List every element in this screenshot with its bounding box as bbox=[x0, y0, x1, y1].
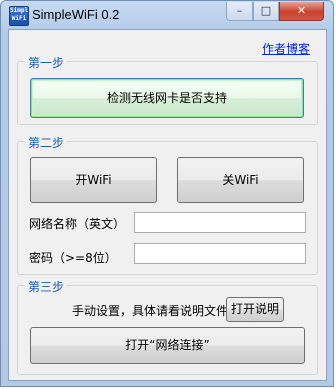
manual-setup-text: 手动设置，具体请看说明文件 bbox=[72, 304, 229, 318]
client-area: 作者博客 第一步 检测无线网卡是否支持 第二步 开WiFi 关WiFi 网络名称… bbox=[8, 29, 327, 381]
step2-title: 第二步 bbox=[25, 134, 68, 151]
minimize-icon: – bbox=[236, 4, 243, 17]
minimize-button[interactable]: – bbox=[226, 2, 253, 21]
step3-group: 第三步 手动设置，具体请看说明文件 打开说明 打开“网络连接” bbox=[17, 278, 318, 375]
app-icon: Simple WiFi bbox=[9, 6, 29, 26]
open-network-connections-button[interactable]: 打开“网络连接” bbox=[30, 327, 305, 364]
check-wireless-card-button[interactable]: 检测无线网卡是否支持 bbox=[30, 78, 304, 118]
close-icon: ✕ bbox=[296, 4, 307, 17]
step1-group: 第一步 检测无线网卡是否支持 bbox=[17, 54, 318, 125]
open-readme-button[interactable]: 打开说明 bbox=[226, 297, 284, 322]
step2-group: 第二步 开WiFi 关WiFi 网络名称（英文） 密码（>=8位） bbox=[17, 134, 318, 275]
ssid-input[interactable] bbox=[134, 212, 306, 233]
maximize-icon: □ bbox=[260, 4, 272, 17]
ssid-label: 网络名称（英文） bbox=[29, 217, 126, 231]
password-input[interactable] bbox=[134, 243, 306, 264]
author-blog-link[interactable]: 作者博客 bbox=[262, 40, 310, 57]
wifi-on-button[interactable]: 开WiFi bbox=[30, 157, 157, 203]
title-bar[interactable]: Simple WiFi SimpleWiFi 0.2 – □ ✕ bbox=[1, 1, 335, 29]
maximize-button[interactable]: □ bbox=[253, 2, 279, 21]
password-label: 密码（>=8位） bbox=[29, 251, 117, 265]
app-window: Simple WiFi SimpleWiFi 0.2 – □ ✕ 作者博客 第一… bbox=[0, 0, 334, 387]
wifi-off-button[interactable]: 关WiFi bbox=[177, 157, 304, 203]
close-button[interactable]: ✕ bbox=[279, 2, 324, 21]
step1-title: 第一步 bbox=[25, 54, 68, 71]
window-title: SimpleWiFi 0.2 bbox=[32, 7, 120, 22]
step3-title: 第三步 bbox=[25, 278, 68, 295]
